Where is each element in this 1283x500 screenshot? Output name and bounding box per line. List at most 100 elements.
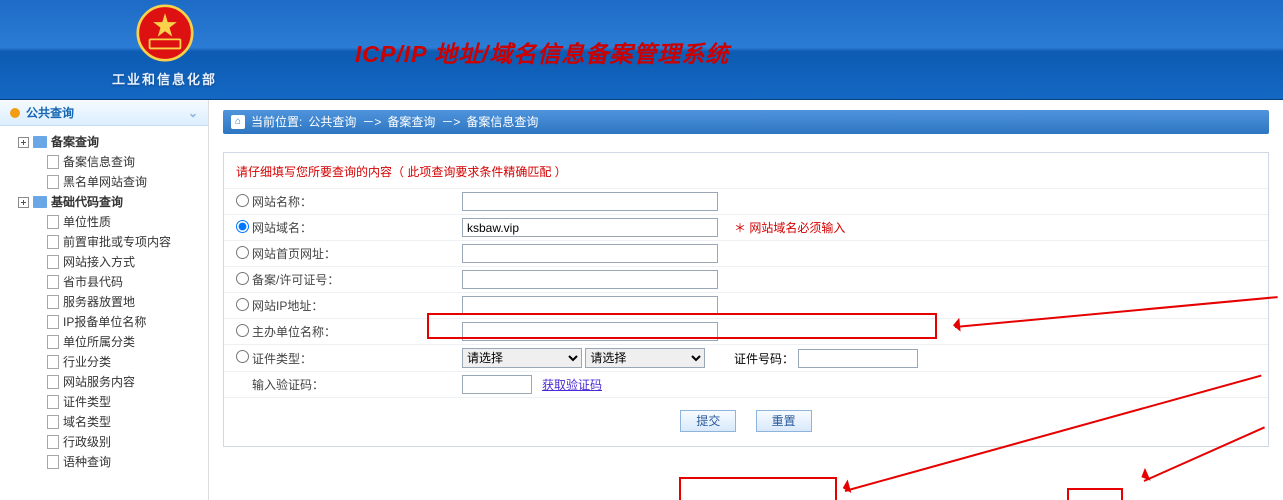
tree-item-label[interactable]: 网站接入方式: [63, 252, 135, 272]
tree-item-label[interactable]: 备案信息查询: [63, 152, 135, 172]
tree-item[interactable]: 黑名单网站查询: [32, 172, 204, 192]
tree-item-label[interactable]: 网站服务内容: [63, 372, 135, 392]
select-cert-type-1[interactable]: 请选择: [462, 348, 582, 368]
tree-item[interactable]: 网站服务内容: [32, 372, 204, 392]
tree-item-label[interactable]: 前置审批或专项内容: [63, 232, 171, 252]
label-ip: 网站IP地址：: [252, 297, 462, 314]
form-row-sponsor: 主办单位名称：: [224, 318, 1268, 344]
leaf-icon: [32, 157, 43, 168]
tree-item[interactable]: 单位所属分类: [32, 332, 204, 352]
tree-item-label[interactable]: 服务器放置地: [63, 292, 135, 312]
tree-group-label[interactable]: 基础代码查询: [51, 192, 123, 212]
ministry-name: 工业和信息化部: [112, 69, 217, 88]
tree-group[interactable]: 基础代码查询: [18, 192, 204, 212]
input-license[interactable]: [462, 270, 718, 289]
page-icon: [47, 255, 59, 269]
input-site_name[interactable]: [462, 192, 718, 211]
radio-ip[interactable]: [236, 298, 249, 311]
leaf-icon: [32, 277, 43, 288]
page-icon: [47, 315, 59, 329]
radio-license[interactable]: [236, 272, 249, 285]
input-home_url[interactable]: [462, 244, 718, 263]
leaf-icon: [32, 437, 43, 448]
leaf-icon: [32, 397, 43, 408]
tree-item[interactable]: 证件类型: [32, 392, 204, 412]
home-icon[interactable]: ⌂: [231, 115, 245, 129]
tree-item[interactable]: 网站接入方式: [32, 252, 204, 272]
folder-icon: [33, 196, 47, 208]
tree-item-label[interactable]: 单位所属分类: [63, 332, 135, 352]
tree-item[interactable]: 域名类型: [32, 412, 204, 432]
radio-cert_type[interactable]: [236, 350, 249, 363]
breadcrumb-pos-label: 当前位置:: [251, 110, 302, 134]
cert-no-label: 证件号码：: [734, 350, 794, 367]
radio-site_name[interactable]: [236, 194, 249, 207]
tree-item[interactable]: 服务器放置地: [32, 292, 204, 312]
tree-item-label[interactable]: 黑名单网站查询: [63, 172, 147, 192]
form-row-home_url: 网站首页网址：: [224, 240, 1268, 266]
tree-item-label[interactable]: 域名类型: [63, 412, 111, 432]
tree-item[interactable]: 行业分类: [32, 352, 204, 372]
page-icon: [47, 395, 59, 409]
tree-item-label[interactable]: 行政级别: [63, 432, 111, 452]
tree-item-label[interactable]: 省市县代码: [63, 272, 123, 292]
breadcrumb-item[interactable]: 公共查询: [308, 110, 356, 134]
label-domain: 网站域名：: [252, 219, 462, 236]
collapse-icon[interactable]: [18, 197, 29, 208]
label-site_name: 网站名称：: [252, 193, 462, 210]
form-row-ip: 网站IP地址：: [224, 292, 1268, 318]
label-home_url: 网站首页网址：: [252, 245, 462, 262]
reset-button[interactable]: 重置: [756, 410, 812, 432]
leaf-icon: [32, 217, 43, 228]
breadcrumb: ⌂ 当前位置: 公共查询 －> 备案查询 －> 备案信息查询: [223, 110, 1269, 134]
tree-item[interactable]: 行政级别: [32, 432, 204, 452]
logo-block: 工业和信息化部: [112, 4, 217, 88]
collapse-icon[interactable]: [18, 137, 29, 148]
tree-item-label[interactable]: IP报备单位名称: [63, 312, 146, 332]
tree-item-label[interactable]: 行业分类: [63, 352, 111, 372]
page-icon: [47, 415, 59, 429]
page-icon: [47, 375, 59, 389]
leaf-icon: [32, 337, 43, 348]
label-captcha: 输入验证码：: [252, 376, 462, 393]
input-ip[interactable]: [462, 296, 718, 315]
breadcrumb-item[interactable]: 备案查询: [387, 110, 435, 134]
get-captcha-link[interactable]: 获取验证码: [542, 378, 602, 392]
tree-item[interactable]: 语种查询: [32, 452, 204, 472]
select-cert-type-2[interactable]: 请选择: [585, 348, 705, 368]
tree-group[interactable]: 备案查询: [18, 132, 204, 152]
input-cert-no[interactable]: [798, 349, 918, 368]
form-row-captcha: 输入验证码： 获取验证码: [224, 371, 1268, 397]
radio-sponsor[interactable]: [236, 324, 249, 337]
input-captcha[interactable]: [462, 375, 532, 394]
page-icon: [47, 175, 59, 189]
submit-button[interactable]: 提交: [680, 410, 736, 432]
tree-item-label[interactable]: 证件类型: [63, 392, 111, 412]
radio-domain[interactable]: [236, 220, 249, 233]
tree-item[interactable]: 单位性质: [32, 212, 204, 232]
form-row-cert_type: 证件类型：请选择 请选择证件号码：: [224, 344, 1268, 371]
leaf-icon: [32, 377, 43, 388]
system-title: ICP/IP 地址/域名信息备案管理系统: [355, 35, 729, 69]
tree-group-label[interactable]: 备案查询: [51, 132, 99, 152]
extra-domain: ＊ 网站域名必须输入: [734, 219, 845, 236]
page-icon: [47, 155, 59, 169]
tree-item[interactable]: IP报备单位名称: [32, 312, 204, 332]
page-icon: [47, 215, 59, 229]
annotation-arrow-head: [834, 480, 851, 497]
radio-home_url[interactable]: [236, 246, 249, 259]
input-sponsor[interactable]: [462, 322, 718, 341]
sidebar-section-header[interactable]: 公共查询 ⌄: [0, 100, 208, 126]
breadcrumb-sep: －>: [441, 110, 460, 134]
leaf-icon: [32, 257, 43, 268]
query-form: 请仔细填写您所要查询的内容（ 此项查询要求条件精确匹配 ） 网站名称：网站域名：…: [223, 152, 1269, 447]
tree-item[interactable]: 备案信息查询: [32, 152, 204, 172]
tree-item-label[interactable]: 单位性质: [63, 212, 111, 232]
leaf-icon: [32, 317, 43, 328]
tree-item-label[interactable]: 语种查询: [63, 452, 111, 472]
tree-item[interactable]: 前置审批或专项内容: [32, 232, 204, 252]
tree-item[interactable]: 省市县代码: [32, 272, 204, 292]
input-domain[interactable]: [462, 218, 718, 237]
form-row-license: 备案/许可证号：: [224, 266, 1268, 292]
label-cert_type: 证件类型：: [252, 350, 462, 367]
